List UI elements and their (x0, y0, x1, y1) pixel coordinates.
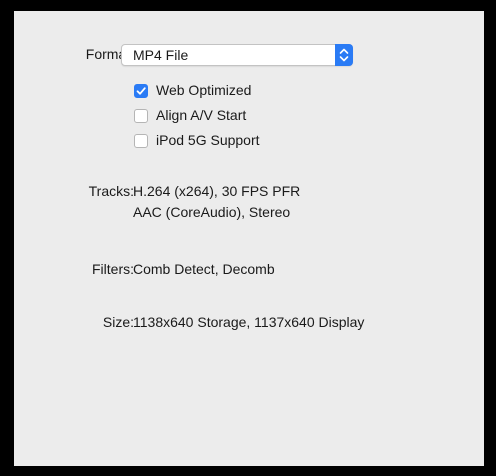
format-popup-button[interactable]: MP4 File (121, 44, 353, 66)
filters-value: Comb Detect, Decomb (133, 261, 275, 277)
ipod-5g-support-label: iPod 5G Support (156, 132, 260, 148)
align-av-start-label: Align A/V Start (156, 107, 247, 123)
checkmark-icon (134, 84, 148, 98)
tracks-audio-value: AAC (CoreAudio), Stereo (133, 204, 291, 220)
summary-panel: Format: MP4 File Web Optimized Align A/V… (14, 11, 484, 466)
tracks-label: Tracks: (88, 183, 134, 199)
size-label: Size: (102, 314, 134, 330)
size-value: 1138x640 Storage, 1137x640 Display (133, 314, 365, 330)
filters-label: Filters: (92, 261, 134, 277)
format-label: Format: (85, 46, 134, 62)
tracks-video-value: H.264 (x264), 30 FPS PFR (133, 183, 301, 199)
web-optimized-label: Web Optimized (156, 82, 252, 98)
window-frame: Format: MP4 File Web Optimized Align A/V… (0, 0, 496, 476)
checkbox-box-icon (134, 134, 148, 148)
checkbox-box-icon (134, 109, 148, 123)
popup-stepper-icon (335, 44, 353, 66)
format-selected-value: MP4 File (133, 47, 189, 63)
